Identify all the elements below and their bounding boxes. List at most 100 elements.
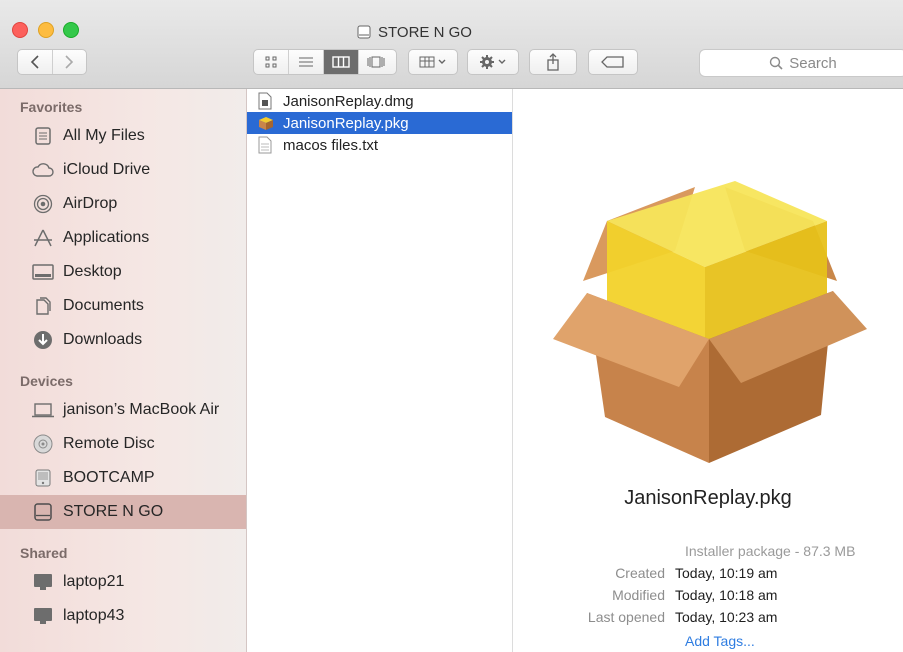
- columns-icon: [332, 56, 350, 68]
- airdrop-icon: [31, 192, 55, 216]
- sidebar-item-label: Desktop: [63, 263, 122, 280]
- share-icon: [547, 53, 559, 71]
- shared-header: Shared: [20, 545, 68, 561]
- sidebar-item-documents[interactable]: Documents: [0, 289, 246, 323]
- zoom-button[interactable]: [63, 22, 79, 38]
- created-value: Today, 10:19 am: [675, 565, 778, 581]
- sidebar-item-label: STORE N GO: [63, 503, 164, 520]
- sidebar-item-remote-disc[interactable]: Remote Disc: [0, 427, 246, 461]
- sidebar: Favorites All My Files iCloud Drive AirD…: [0, 89, 247, 652]
- chevron-left-icon: [30, 55, 39, 69]
- sidebar-item-label: Downloads: [63, 331, 143, 348]
- info-modified: Modified Today, 10:18 am: [513, 587, 777, 609]
- gear-icon: [480, 55, 506, 69]
- sidebar-item-downloads[interactable]: Downloads: [0, 323, 246, 357]
- preview-file-name: JanisonReplay.pkg: [624, 487, 792, 509]
- sidebar-item-label: laptop21: [63, 573, 125, 590]
- laptop-icon: [31, 398, 55, 422]
- drive-icon: [31, 466, 55, 490]
- favorites-header: Favorites: [20, 99, 83, 115]
- search-placeholder: Search: [789, 54, 837, 72]
- nav-buttons: [17, 49, 87, 75]
- search-icon: [770, 56, 783, 70]
- sidebar-item-label: AirDrop: [63, 195, 118, 212]
- sidebar-item-laptop43[interactable]: laptop43: [0, 599, 246, 633]
- sidebar-item-label: laptop43: [63, 607, 125, 624]
- forward-button[interactable]: [53, 50, 87, 74]
- window-title: STORE N GO: [356, 22, 472, 42]
- file-name: JanisonReplay.pkg: [283, 114, 409, 132]
- modified-label: Modified: [612, 587, 665, 603]
- file-name: macos files.txt: [283, 136, 379, 154]
- file-name: JanisonReplay.dmg: [283, 92, 414, 110]
- disk-image-icon: [257, 92, 273, 110]
- view-mode-switcher: [253, 49, 397, 75]
- title-bar: STORE N GO Search: [0, 0, 903, 89]
- cover-flow-button[interactable]: [359, 50, 393, 74]
- search-field[interactable]: Search: [699, 49, 903, 77]
- sidebar-item-applications[interactable]: Applications: [0, 221, 246, 255]
- last-opened-value: Today, 10:23 am: [675, 609, 778, 625]
- sidebar-item-bootcamp[interactable]: BOOTCAMP: [0, 461, 246, 495]
- group-by-button[interactable]: [408, 49, 458, 75]
- package-icon: [257, 114, 273, 132]
- info-last-opened: Last opened Today, 10:23 am: [513, 609, 778, 631]
- sidebar-item-icloud-drive[interactable]: iCloud Drive: [0, 153, 246, 187]
- sidebar-item-laptop21[interactable]: laptop21: [0, 565, 246, 599]
- back-button[interactable]: [18, 50, 53, 74]
- sidebar-item-label: BOOTCAMP: [63, 469, 155, 486]
- sidebar-item-all-my-files[interactable]: All My Files: [0, 119, 246, 153]
- sidebar-item-label: Applications: [63, 229, 150, 246]
- sidebar-item-label: iCloud Drive: [63, 161, 151, 178]
- sidebar-item-label: janison’s MacBook Air: [63, 401, 220, 418]
- drive-icon: [357, 25, 371, 39]
- cloud-icon: [31, 158, 55, 182]
- icon-view-button[interactable]: [254, 50, 289, 74]
- text-file-icon: [257, 136, 273, 154]
- external-drive-icon: [31, 500, 55, 524]
- list-view-button[interactable]: [289, 50, 324, 74]
- all-files-icon: [31, 124, 55, 148]
- cover-flow-icon: [367, 56, 385, 68]
- file-row-dmg[interactable]: JanisonReplay.dmg: [247, 90, 512, 112]
- created-label: Created: [615, 565, 665, 581]
- list-icon: [299, 57, 313, 67]
- sidebar-item-desktop[interactable]: Desktop: [0, 255, 246, 289]
- icon-grid-icon: [265, 56, 277, 68]
- chevron-right-icon: [65, 55, 74, 69]
- package-preview-icon: [553, 181, 867, 463]
- documents-icon: [31, 294, 55, 318]
- preview-kind: Installer package - 87.3 MB: [685, 543, 856, 559]
- modified-value: Today, 10:18 am: [675, 587, 778, 603]
- sidebar-item-label: Documents: [63, 297, 144, 314]
- close-button[interactable]: [12, 22, 28, 38]
- file-row-pkg[interactable]: JanisonReplay.pkg: [247, 112, 512, 134]
- column-view-button[interactable]: [324, 50, 359, 74]
- devices-header: Devices: [20, 373, 73, 389]
- file-row-txt[interactable]: macos files.txt: [247, 134, 512, 156]
- group-icon: [419, 56, 446, 68]
- sidebar-item-macbook-air[interactable]: janison’s MacBook Air: [0, 393, 246, 427]
- sidebar-item-label: All My Files: [63, 127, 145, 144]
- monitor-icon: [31, 570, 55, 594]
- tags-button[interactable]: [588, 49, 638, 75]
- last-opened-label: Last opened: [587, 609, 665, 625]
- tag-icon: [601, 56, 624, 68]
- desktop-icon: [31, 260, 55, 284]
- minimize-button[interactable]: [38, 22, 54, 38]
- disc-icon: [31, 432, 55, 456]
- monitor-icon: [31, 604, 55, 628]
- info-created: Created Today, 10:19 am: [513, 565, 777, 587]
- finder-window: STORE N GO Search Favorites All My Files…: [0, 0, 903, 652]
- downloads-icon: [31, 328, 55, 352]
- action-menu-button[interactable]: [467, 49, 519, 75]
- sidebar-item-airdrop[interactable]: AirDrop: [0, 187, 246, 221]
- sidebar-item-store-n-go[interactable]: STORE N GO: [0, 495, 246, 529]
- file-column: JanisonReplay.dmg JanisonReplay.pkg maco…: [247, 89, 513, 652]
- share-button[interactable]: [529, 49, 577, 75]
- sidebar-item-label: Remote Disc: [63, 435, 155, 452]
- add-tags-link[interactable]: Add Tags...: [685, 633, 755, 649]
- window-title-text: STORE N GO: [378, 23, 472, 41]
- applications-icon: [31, 226, 55, 250]
- preview-pane: JanisonReplay.pkg Installer package - 87…: [513, 89, 903, 652]
